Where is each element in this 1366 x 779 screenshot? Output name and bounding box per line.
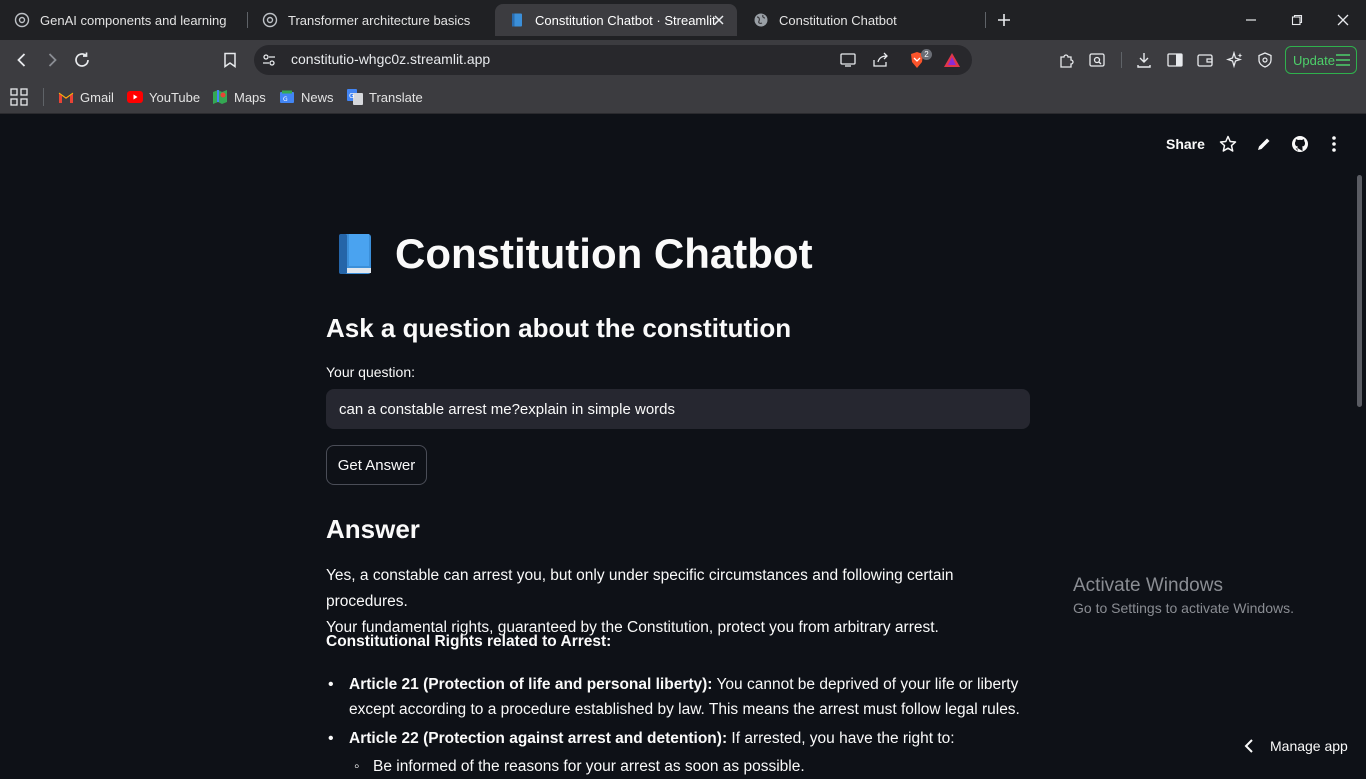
update-label: Update [1293, 52, 1335, 68]
question-label: Your question: [326, 364, 415, 380]
gmail-icon [58, 89, 74, 105]
new-tab-button[interactable] [994, 10, 1014, 30]
update-button[interactable]: Update [1285, 46, 1357, 74]
shields-count-badge: 2 [921, 49, 932, 60]
minimize-button[interactable] [1239, 8, 1263, 32]
manage-app-label: Manage app [1270, 738, 1348, 754]
reload-button[interactable] [70, 48, 94, 72]
bookmark-youtube[interactable]: YouTube [127, 87, 200, 107]
cast-icon[interactable] [836, 48, 860, 72]
bookmark-label: Maps [234, 89, 266, 105]
chevron-left-icon [1240, 737, 1258, 755]
list-item-bold: Article 22 (Protection against arrest an… [349, 730, 728, 747]
openai-icon [14, 12, 30, 28]
tab-label: Transformer architecture basics [288, 12, 471, 28]
sidebar-icon[interactable] [1163, 48, 1187, 72]
bookmarks-divider [43, 88, 44, 106]
bookmark-icon[interactable] [218, 48, 242, 72]
bookmark-label: Translate [369, 89, 423, 105]
rights-heading: Constitutional Rights related to Arrest: [326, 633, 612, 650]
bookmarks-bar: Gmail YouTube Maps G News G Translate [0, 80, 1366, 114]
maps-icon [212, 89, 228, 105]
answer-line: Yes, a constable can arrest you, but onl… [326, 567, 954, 610]
tab-constitution-streamlit[interactable]: Constitution Chatbot · Streamlit [495, 4, 737, 36]
vpn-shield-icon[interactable] [1253, 48, 1277, 72]
app-header: Share [0, 114, 1366, 174]
youtube-icon [127, 89, 143, 105]
github-icon[interactable] [1290, 134, 1310, 154]
title-text: Constitution Chatbot [395, 230, 813, 277]
restore-button[interactable] [1285, 8, 1309, 32]
bookmark-label: YouTube [149, 89, 201, 105]
tab-separator [985, 12, 986, 28]
sub-list-item: Be informed of the reasons for your arre… [350, 754, 1030, 779]
more-vertical-icon[interactable] [1324, 134, 1344, 154]
site-settings-icon[interactable] [257, 48, 281, 72]
book-icon [509, 12, 525, 28]
tab-search-icon[interactable] [1085, 48, 1109, 72]
leo-ai-icon[interactable] [1223, 48, 1247, 72]
apps-grid-button[interactable] [10, 87, 28, 107]
close-window-button[interactable] [1331, 8, 1355, 32]
streamlit-app: Share Constitution Chatbot Ask a questio… [0, 114, 1366, 779]
list-item-text: except according to a procedure establis… [349, 701, 1020, 718]
list-item-article-22: Article 22 (Protection against arrest an… [326, 726, 1026, 751]
tab-label: GenAI components and learning [40, 12, 227, 28]
hamburger-menu-icon [1336, 54, 1350, 69]
question-input[interactable] [326, 389, 1030, 429]
news-icon: G [279, 89, 295, 105]
wallet-icon[interactable] [1193, 48, 1217, 72]
bookmark-label: Gmail [80, 89, 114, 105]
manage-app-button[interactable]: Manage app [1240, 733, 1366, 759]
url-text: constitutio-whgc0z.streamlit.app [291, 51, 491, 67]
bookmark-maps[interactable]: Maps [212, 87, 266, 107]
list-item-article-21: Article 21 (Protection of life and perso… [326, 672, 1026, 722]
star-icon[interactable] [1218, 134, 1238, 154]
section-subtitle: Ask a question about the constitution [326, 313, 792, 343]
extensions-icon[interactable] [1055, 48, 1079, 72]
back-button[interactable] [10, 48, 34, 72]
get-answer-button[interactable]: Get Answer [326, 445, 427, 485]
activate-subtitle: Go to Settings to activate Windows. [1073, 600, 1294, 616]
tab-transformer-basics[interactable]: Transformer architecture basics [248, 4, 493, 36]
activate-title: Activate Windows [1073, 575, 1223, 596]
openai-icon [262, 12, 278, 28]
bookmark-news[interactable]: G News [279, 87, 334, 107]
edit-pencil-icon[interactable] [1254, 134, 1274, 154]
tab-label: Constitution Chatbot [779, 12, 897, 28]
bookmark-gmail[interactable]: Gmail [58, 87, 114, 107]
globe-icon [753, 12, 769, 28]
list-item-text: You cannot be deprived of your life or l… [712, 676, 1019, 693]
list-item-text: If arrested, you have the right to: [727, 730, 955, 747]
activate-windows-watermark: Activate Windows Go to Settings to activ… [1073, 575, 1294, 616]
svg-text:G: G [283, 96, 288, 103]
answer-heading: Answer [326, 514, 420, 544]
brave-rewards-icon[interactable] [940, 48, 964, 72]
forward-button[interactable] [40, 48, 64, 72]
blue-book-icon [335, 232, 375, 276]
translate-icon: G [347, 89, 363, 105]
toolbar-divider [1121, 52, 1122, 68]
browser-tab-bar: GenAI components and learning Transforme… [0, 0, 1366, 40]
tab-genai-components[interactable]: GenAI components and learning [0, 4, 240, 36]
apps-grid-icon [10, 88, 28, 106]
tab-constitution-chatbot[interactable]: Constitution Chatbot [739, 4, 984, 36]
close-tab-icon[interactable] [711, 12, 727, 28]
tab-label: Constitution Chatbot · Streamlit [535, 12, 716, 28]
bookmark-label: News [301, 89, 334, 105]
bookmark-translate[interactable]: G Translate [347, 87, 423, 107]
share-button[interactable]: Share [1166, 136, 1205, 152]
downloads-icon[interactable] [1132, 48, 1156, 72]
page-scrollbar[interactable] [1357, 175, 1362, 407]
share-page-icon[interactable] [869, 48, 893, 72]
list-item-bold: Article 21 (Protection of life and perso… [349, 676, 713, 693]
svg-text:G: G [349, 92, 354, 100]
page-title: Constitution Chatbot [335, 230, 813, 278]
